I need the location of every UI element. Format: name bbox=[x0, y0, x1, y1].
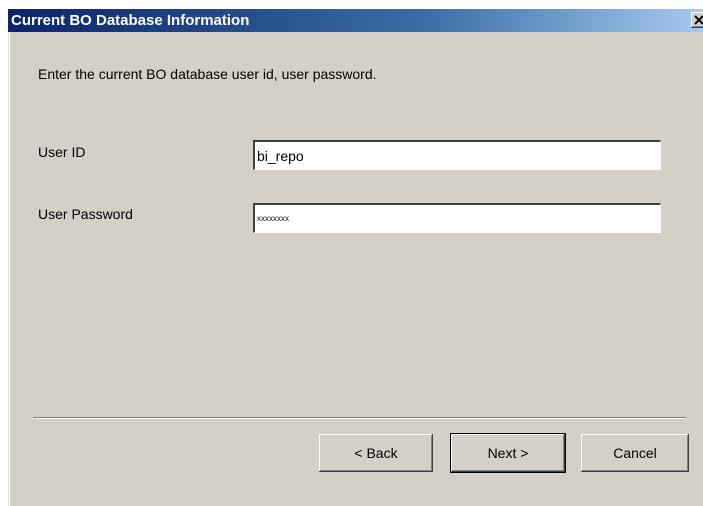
user-password-label: User Password bbox=[38, 206, 133, 222]
close-button[interactable] bbox=[691, 12, 703, 28]
dialog-title: Current BO Database Information bbox=[11, 12, 250, 29]
title-bar[interactable]: Current BO Database Information bbox=[8, 9, 703, 32]
user-id-field[interactable] bbox=[253, 140, 661, 170]
instruction-text: Enter the current BO database user id, u… bbox=[38, 66, 377, 82]
next-button[interactable]: Next > bbox=[451, 434, 565, 472]
cancel-button[interactable]: Cancel bbox=[581, 434, 689, 472]
user-id-label: User ID bbox=[38, 144, 86, 160]
user-password-field[interactable] bbox=[253, 203, 661, 233]
wizard-dialog: Current BO Database Information Enter th… bbox=[8, 9, 703, 506]
close-icon bbox=[694, 15, 703, 25]
back-button[interactable]: < Back bbox=[319, 434, 433, 472]
separator-line bbox=[33, 417, 686, 419]
